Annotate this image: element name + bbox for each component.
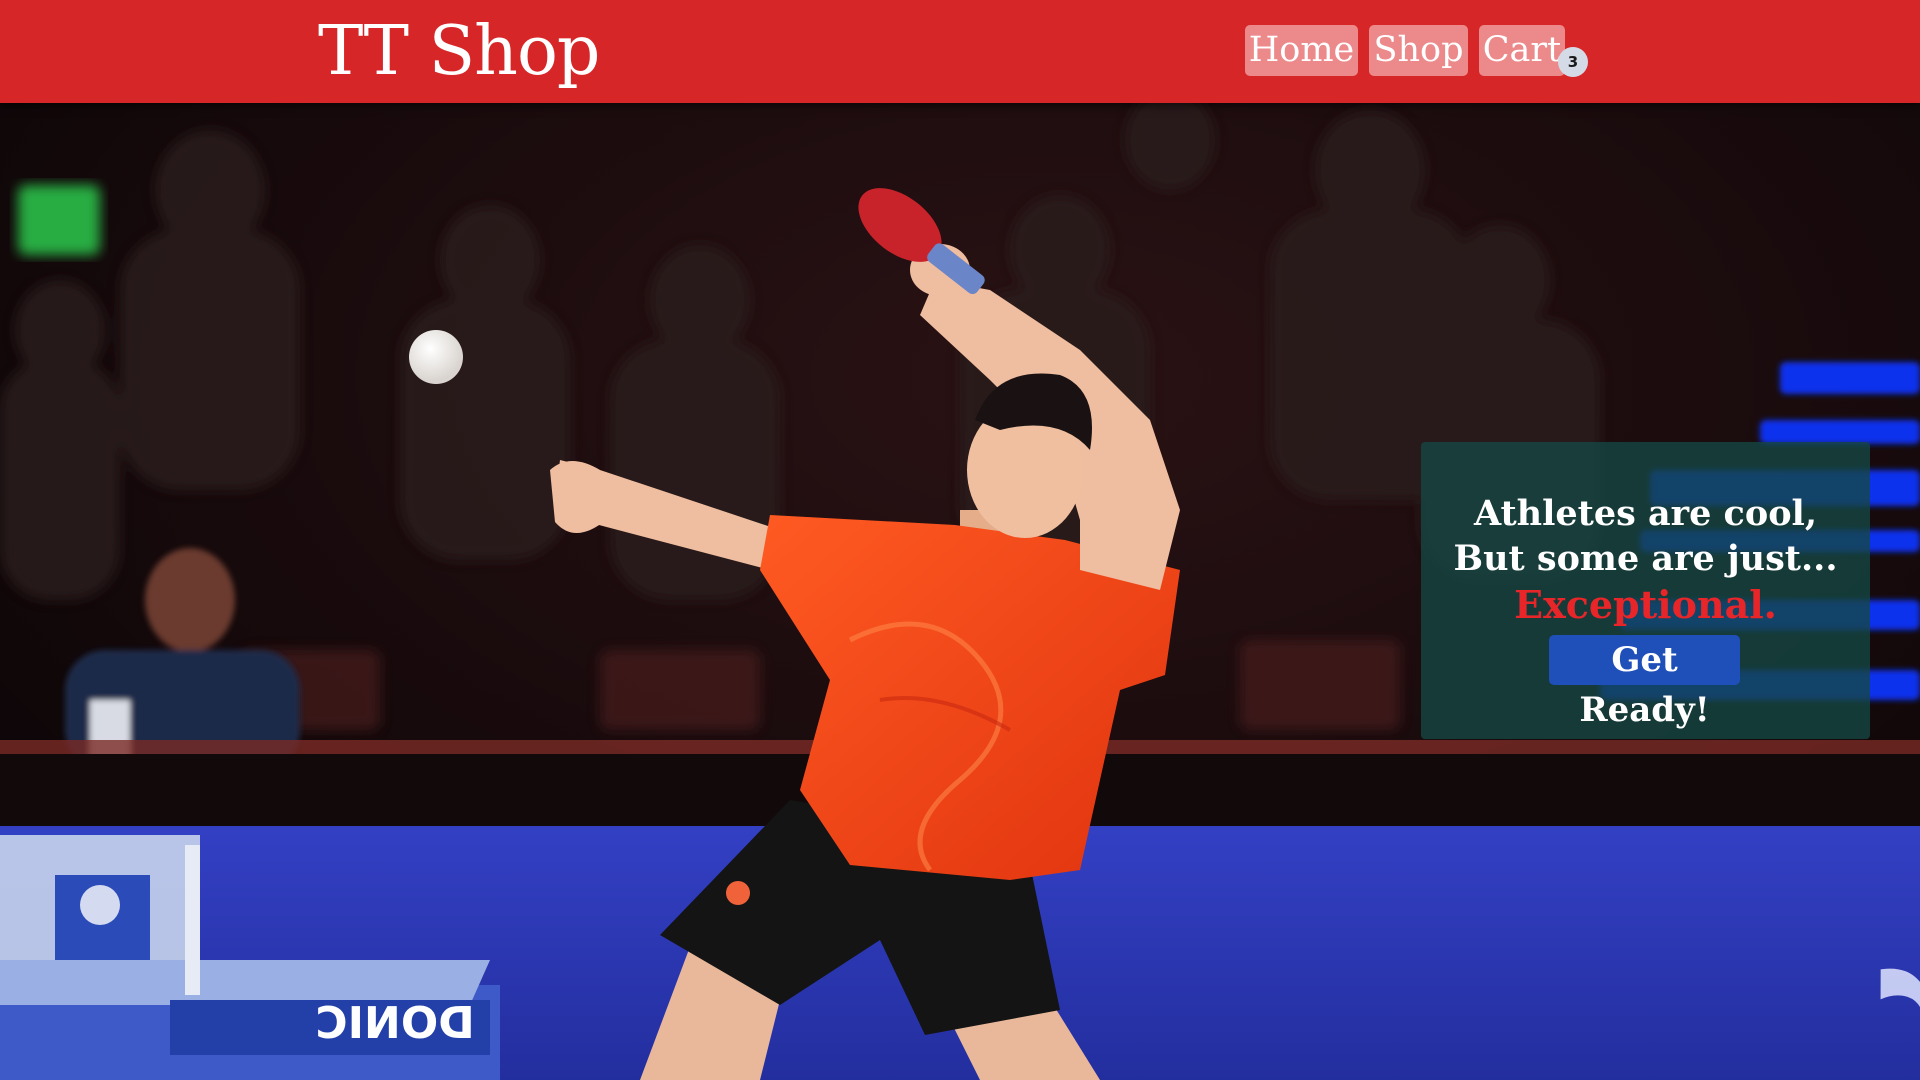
cart-count-badge: 3 [1558, 47, 1588, 77]
nav-home-link[interactable]: Home [1245, 25, 1358, 76]
get-ready-button[interactable]: Get Ready! [1549, 635, 1740, 730]
sponsor-board-text: www.liebherr [1880, 899, 1920, 1080]
promo-line-1: Athletes are cool, [1473, 493, 1818, 534]
site-header: TT Shop Home Shop Cart [0, 0, 1920, 103]
promo-line-2: But some are just... [1453, 538, 1838, 579]
nav-cart-link[interactable]: Cart [1479, 25, 1565, 76]
promo-highlight: Exceptional. [1514, 582, 1777, 627]
table-brand-text: DONIC [315, 998, 474, 1049]
nav-shop-link[interactable]: Shop [1369, 25, 1468, 76]
site-logo[interactable]: TT Shop [318, 8, 600, 96]
promo-card: Athletes are cool, But some are just... … [1421, 442, 1870, 739]
